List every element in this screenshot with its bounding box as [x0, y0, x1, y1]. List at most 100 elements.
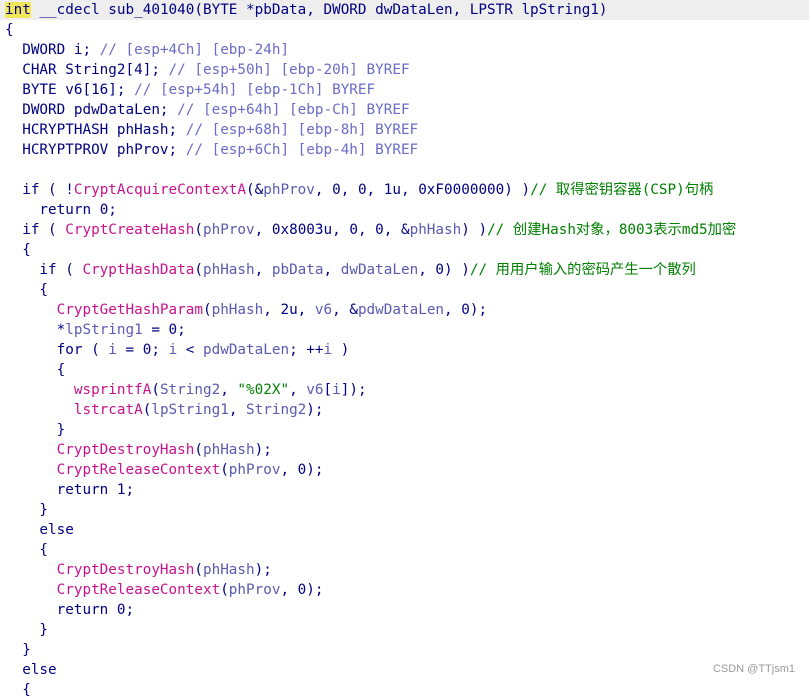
code-token[interactable]: ; — [108, 202, 117, 218]
code-token[interactable]: < — [177, 342, 203, 358]
code-token[interactable]: CryptCreateHash — [65, 222, 194, 238]
code-token[interactable]: ; — [126, 602, 135, 618]
code-line[interactable]: CryptGetHashParam(phHash, 2u, v6, &pdwDa… — [5, 300, 809, 320]
code-line[interactable]: } — [5, 640, 809, 660]
code-token[interactable]: , — [229, 402, 246, 418]
code-token[interactable]: // 用用户输入的密码产生一个散列 — [470, 262, 696, 278]
code-token[interactable]: CryptHashData — [82, 262, 194, 278]
code-line[interactable]: DWORD i; // [esp+4Ch] [ebp-24h] — [5, 40, 809, 60]
code-line[interactable]: CryptReleaseContext(phProv, 0); — [5, 460, 809, 480]
code-line[interactable]: return 1; — [5, 480, 809, 500]
code-token[interactable]: } — [5, 502, 48, 518]
code-token[interactable]: pbData — [272, 262, 324, 278]
code-token[interactable]: { — [5, 242, 31, 258]
code-token[interactable]: HCRYPTPROV phProv; — [5, 142, 186, 158]
code-token[interactable]: ); — [255, 562, 272, 578]
code-token[interactable]: = 0; — [143, 322, 185, 338]
code-token[interactable]: ( — [82, 342, 108, 358]
code-token[interactable]: * — [5, 322, 66, 338]
code-token[interactable]: ; — [126, 482, 135, 498]
code-token[interactable]: ( — [151, 382, 160, 398]
code-token[interactable]: { — [5, 682, 31, 698]
code-token[interactable]: return — [5, 602, 117, 618]
code-line[interactable]: } — [5, 620, 809, 640]
code-token[interactable]: v6 — [306, 382, 323, 398]
code-token[interactable]: pdwDataLen — [358, 302, 444, 318]
code-token[interactable]: if ( — [5, 222, 65, 238]
code-token[interactable]: { — [5, 542, 48, 558]
code-line[interactable]: { — [5, 280, 809, 300]
code-line[interactable]: } — [5, 500, 809, 520]
code-token[interactable]: lpString1 — [151, 402, 228, 418]
code-token[interactable]: CHAR String2[4]; — [5, 62, 169, 78]
code-token[interactable]: , 0x8003u, 0, 0, & — [255, 222, 410, 238]
code-token[interactable]: phHash — [203, 262, 255, 278]
code-line[interactable]: HCRYPTPROV phProv; // [esp+6Ch] [ebp-4h]… — [5, 140, 809, 160]
code-token[interactable]: { — [5, 282, 48, 298]
code-token[interactable]: ]); — [341, 382, 367, 398]
code-token[interactable]: , — [289, 382, 306, 398]
code-token[interactable]: ( — [220, 462, 229, 478]
code-token[interactable]: String2 — [160, 382, 220, 398]
code-line[interactable]: HCRYPTHASH phHash; // [esp+68h] [ebp-8h]… — [5, 120, 809, 140]
code-token[interactable]: v6 — [315, 302, 332, 318]
code-token[interactable]: ) — [332, 342, 350, 358]
code-token[interactable]: return — [5, 482, 117, 498]
code-token[interactable]: CryptDestroyHash — [5, 562, 195, 578]
code-token[interactable]: { — [5, 22, 14, 38]
code-token[interactable]: else — [5, 522, 73, 538]
code-token[interactable]: phProv — [229, 462, 281, 478]
code-line[interactable]: } — [5, 420, 809, 440]
code-token[interactable]: wsprintfA — [5, 382, 151, 398]
code-token[interactable]: HCRYPTHASH phHash; — [5, 122, 186, 138]
code-token[interactable]: "%02X" — [237, 382, 289, 398]
code-token[interactable]: i — [169, 342, 178, 358]
code-token[interactable]: = 0; — [117, 342, 169, 358]
code-token[interactable]: // [esp+54h] [ebp-1Ch] BYREF — [134, 82, 375, 98]
code-token[interactable]: DWORD pdwDataLen; — [5, 102, 177, 118]
code-token[interactable]: , 0); — [280, 582, 323, 598]
code-line[interactable]: wsprintfA(String2, "%02X", v6[i]); — [5, 380, 809, 400]
code-token[interactable]: return — [5, 202, 100, 218]
code-token[interactable]: CryptReleaseContext — [5, 582, 221, 598]
code-line[interactable]: lstrcatA(lpString1, String2); — [5, 400, 809, 420]
code-token[interactable]: , 0); — [280, 462, 323, 478]
code-token[interactable]: CryptDestroyHash — [5, 442, 195, 458]
code-token[interactable]: , & — [332, 302, 358, 318]
code-token[interactable]: ) ) — [461, 222, 487, 238]
code-token[interactable]: (& — [246, 182, 263, 198]
code-line[interactable]: CryptReleaseContext(phProv, 0); — [5, 580, 809, 600]
code-token[interactable]: [ — [324, 382, 333, 398]
code-token[interactable]: __cdecl sub_401040(BYTE *pbData, DWORD d… — [31, 2, 607, 18]
code-token[interactable]: if ( — [5, 262, 82, 278]
code-line[interactable]: { — [5, 680, 809, 700]
code-line[interactable]: else — [5, 660, 809, 680]
code-token[interactable]: // [esp+68h] [ebp-8h] BYREF — [186, 122, 418, 138]
code-token[interactable]: i — [332, 382, 341, 398]
pseudocode-view[interactable]: int __cdecl sub_401040(BYTE *pbData, DWO… — [0, 0, 809, 700]
code-token[interactable]: // [esp+50h] [ebp-20h] BYREF — [169, 62, 410, 78]
code-token[interactable]: ( — [194, 222, 203, 238]
code-token[interactable]: ); — [255, 442, 272, 458]
code-line[interactable]: CryptDestroyHash(phHash); — [5, 560, 809, 580]
code-token[interactable]: ( — [194, 262, 203, 278]
code-token[interactable]: 0 — [117, 602, 126, 618]
code-token[interactable]: lstrcatA — [5, 402, 143, 418]
code-token[interactable]: , 0); — [444, 302, 487, 318]
code-line[interactable]: return 0; — [5, 600, 809, 620]
code-token[interactable]: phHash — [203, 562, 255, 578]
code-token[interactable]: CryptAcquireContextA — [74, 182, 246, 198]
code-token[interactable]: else — [5, 662, 56, 678]
code-line[interactable]: { — [5, 240, 809, 260]
code-line[interactable]: { — [5, 20, 809, 40]
code-token[interactable]: CryptReleaseContext — [5, 462, 221, 478]
code-token[interactable]: , 2u, — [263, 302, 315, 318]
code-token[interactable]: phHash — [203, 442, 255, 458]
code-token[interactable]: ( — [194, 442, 203, 458]
code-line[interactable]: { — [5, 540, 809, 560]
code-token[interactable]: lpString1 — [65, 322, 142, 338]
code-token[interactable]: // [esp+4Ch] [ebp-24h] — [100, 42, 289, 58]
code-token[interactable]: ( — [220, 582, 229, 598]
code-token[interactable]: dwDataLen — [341, 262, 418, 278]
code-token[interactable]: } — [5, 642, 31, 658]
